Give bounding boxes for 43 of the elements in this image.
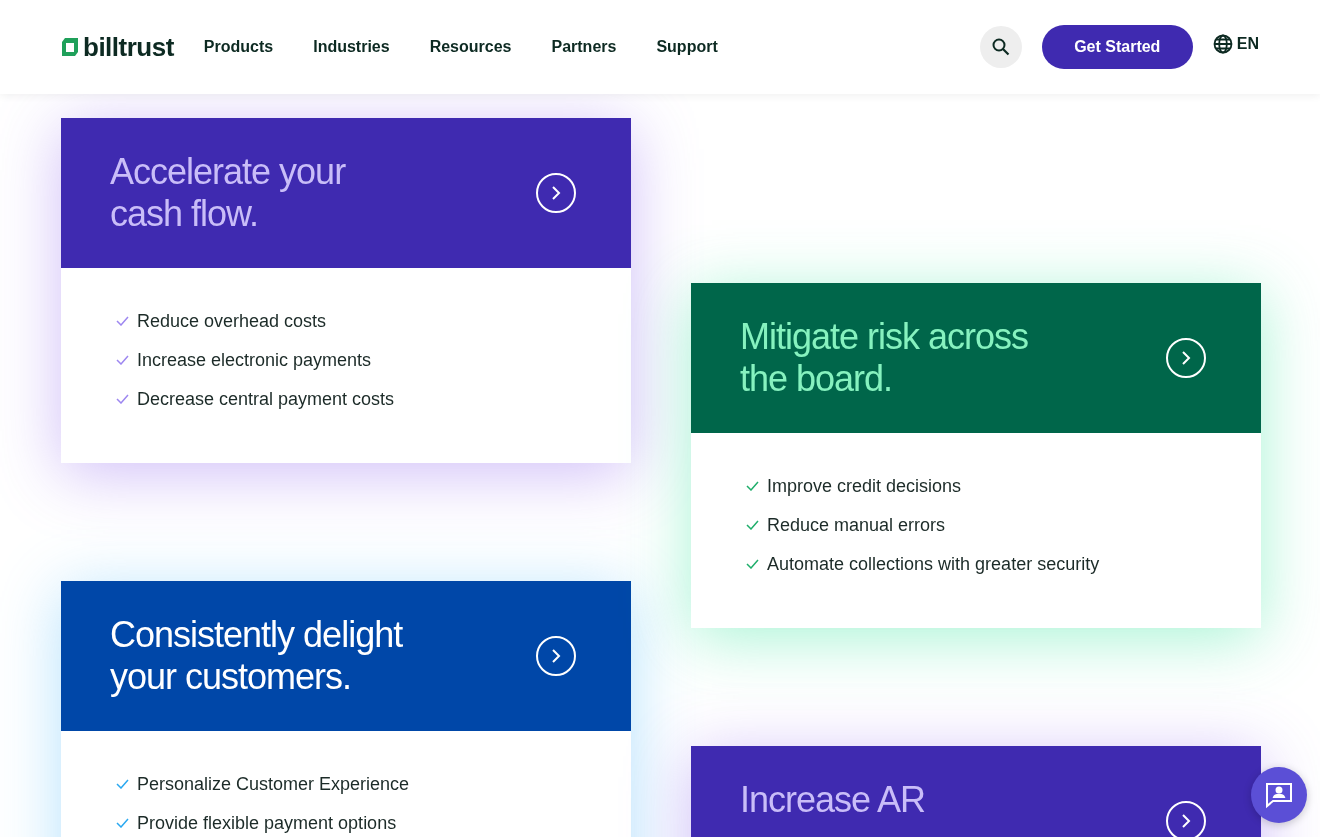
benefit-text: Personalize Customer Experience	[137, 773, 410, 795]
check-icon	[116, 394, 129, 404]
nav-link[interactable]: Industries	[313, 35, 390, 59]
check-icon	[116, 355, 129, 365]
chevron-right-icon	[551, 649, 561, 663]
arrow-button[interactable]	[536, 173, 576, 213]
check-icon	[746, 520, 759, 530]
globe-icon	[1212, 34, 1233, 54]
chevron-right-icon	[1181, 814, 1191, 828]
check-icon	[116, 779, 129, 789]
arrow-button[interactable]	[536, 636, 576, 676]
card-title: Mitigate risk across the board.	[740, 316, 1030, 400]
logo[interactable]: billtrust	[61, 27, 174, 67]
check-icon	[116, 316, 129, 326]
nav-link[interactable]: Partners	[551, 35, 617, 59]
benefit-text: Automate collections with greater security	[767, 553, 1100, 575]
chevron-right-icon	[1181, 351, 1191, 365]
search-button[interactable]	[979, 26, 1022, 68]
get-started-button[interactable]: Get Started	[1041, 25, 1193, 69]
chevron-right-icon	[551, 186, 561, 200]
logo-icon	[61, 37, 79, 57]
card-title: Accelerate your cash flow.	[110, 151, 347, 235]
chat-icon	[1264, 780, 1294, 810]
benefit-text: Decrease central payment costs	[137, 388, 395, 410]
card-title: Consistently delight your customers.	[110, 614, 404, 698]
search-icon	[991, 38, 1010, 56]
nav-link[interactable]: Resources	[429, 35, 512, 59]
benefit-text: Provide flexible payment options	[137, 812, 397, 834]
nav-link[interactable]: Products	[203, 35, 274, 59]
chat-button[interactable]	[1251, 767, 1307, 823]
language-button[interactable]: EN	[1212, 32, 1259, 56]
check-icon	[116, 818, 129, 828]
benefit-text: Reduce overhead costs	[137, 310, 327, 332]
card-title: Increase AR	[740, 779, 927, 821]
benefit-text: Increase electronic payments	[137, 349, 372, 371]
nav-link[interactable]: Support	[656, 35, 718, 59]
arrow-button[interactable]	[1166, 801, 1206, 837]
arrow-button[interactable]	[1166, 338, 1206, 378]
logo-text: billtrust	[83, 30, 174, 64]
check-icon	[746, 559, 759, 569]
benefit-text: Improve credit decisions	[767, 475, 962, 497]
check-icon	[746, 481, 759, 491]
benefit-text: Reduce manual errors	[767, 514, 946, 536]
